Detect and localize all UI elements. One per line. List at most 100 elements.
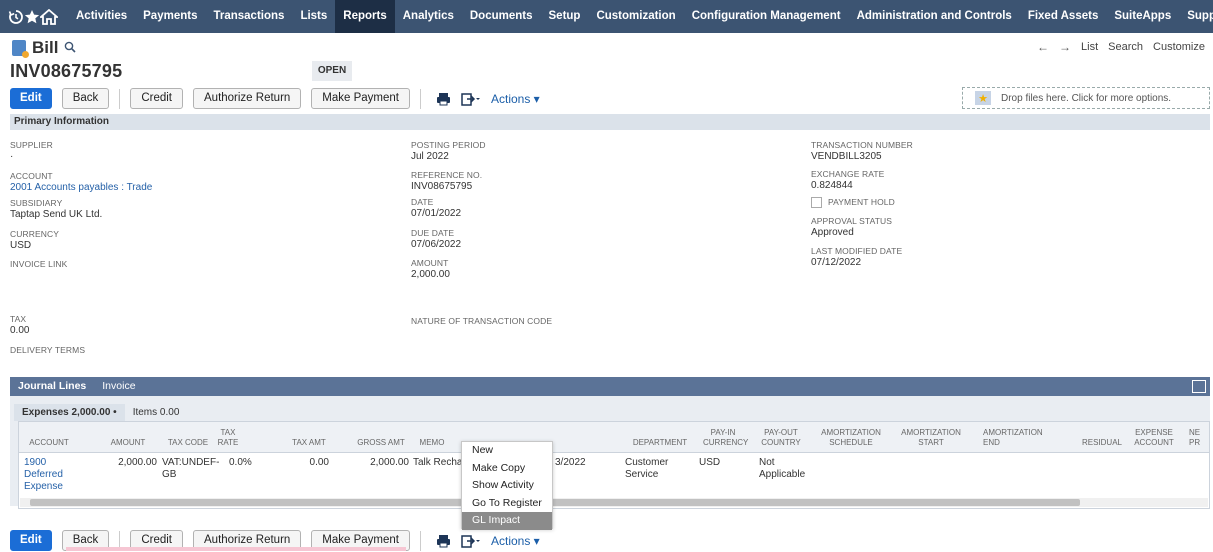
col-gross-amt: GROSS AMT <box>357 438 405 447</box>
grid-header: ACCOUNT AMOUNT TAX CODE TAX RATE TAX AMT… <box>19 422 1209 453</box>
panel-toggle-icon[interactable] <box>1192 380 1206 393</box>
account-link[interactable]: 2001 Accounts payables : Trade <box>10 182 152 194</box>
record-number: INV08675795 <box>10 61 123 81</box>
nature-of-transaction-field: NATURE OF TRANSACTION CODE <box>411 316 552 327</box>
credit-button[interactable]: Credit <box>130 88 183 109</box>
last-modified-value: 07/12/2022 <box>811 257 862 268</box>
col-pay-out-country: PAY-OUT COUNTRY <box>761 428 801 447</box>
tax-field: TAX 0.00 <box>10 314 29 337</box>
row-amount: 2,000.00 <box>118 457 157 468</box>
history-icon[interactable] <box>8 9 24 25</box>
row-tax-amt: 0.00 <box>309 457 329 468</box>
horizontal-scrollbar[interactable] <box>20 498 1208 507</box>
col-tax-code: TAX CODE <box>167 438 209 447</box>
export-icon[interactable] <box>459 534 483 548</box>
row-tax-rate: 0.0% <box>229 457 252 468</box>
arrow-left-icon[interactable]: ← <box>1037 40 1049 54</box>
col-amount: AMOUNT <box>110 438 146 447</box>
button-bar-top: Edit Back Credit Authorize Return Make P… <box>10 88 540 109</box>
nav-item-customization[interactable]: Customization <box>588 0 683 33</box>
customize-link[interactable]: Customize <box>1153 41 1205 53</box>
home-icon[interactable] <box>40 8 58 25</box>
col-expense-account: EXPENSE ACCOUNT <box>1134 428 1174 447</box>
supplier-label: SUPPLIER <box>10 140 53 150</box>
nav-item-activities[interactable]: Activities <box>68 0 135 33</box>
reference-no-field: REFERENCE NO. INV08675795 <box>411 170 482 193</box>
col-account: ACCOUNT <box>29 438 69 447</box>
menu-item-make-copy[interactable]: Make Copy <box>462 460 552 478</box>
approval-status-value: Approved <box>811 227 854 238</box>
currency-field: CURRENCY USD <box>10 229 59 252</box>
actions-menu-button-bottom[interactable]: Actions ▾ <box>491 534 540 548</box>
col-amortization-schedule: AMORTIZATION SCHEDULE <box>821 428 881 447</box>
exchange-rate-label: EXCHANGE RATE <box>811 169 885 179</box>
last-modified-field: LAST MODIFIED DATE 07/12/2022 <box>811 246 902 269</box>
subtab-items[interactable]: Items 0.00 <box>125 404 188 421</box>
record-nav: ← → List Search Customize <box>1037 40 1205 54</box>
row-tax-code: VAT:UNDEF-GB <box>162 457 220 480</box>
payment-hold-field: PAYMENT HOLD <box>811 196 895 208</box>
back-button[interactable]: Back <box>61 88 110 109</box>
nav-item-administration-and-controls[interactable]: Administration and Controls <box>849 0 1020 33</box>
menu-item-gl-impact[interactable]: GL Impact <box>462 512 552 530</box>
nav-item-suiteapps[interactable]: SuiteApps <box>1106 0 1179 33</box>
posting-period-field: POSTING PERIOD Jul 2022 <box>411 140 486 163</box>
tab-journal-lines[interactable]: Journal Lines <box>10 377 94 396</box>
nav-item-documents[interactable]: Documents <box>462 0 541 33</box>
nav-item-analytics[interactable]: Analytics <box>395 0 462 33</box>
nav-item-fixed-assets[interactable]: Fixed Assets <box>1020 0 1107 33</box>
subsidiary-label: SUBSIDIARY <box>10 198 63 208</box>
supplier-value: · <box>10 151 14 162</box>
arrow-right-icon[interactable]: → <box>1059 40 1071 54</box>
nav-item-payments[interactable]: Payments <box>135 0 205 33</box>
payment-hold-checkbox[interactable] <box>811 196 822 208</box>
reference-no-value: INV08675795 <box>411 181 473 192</box>
bill-icon <box>12 40 29 58</box>
row-date: 3/2022 <box>555 457 586 468</box>
authorize-return-button[interactable]: Authorize Return <box>193 88 302 109</box>
tax-value: 0.00 <box>10 325 30 336</box>
actions-menu-button[interactable]: Actions ▾ <box>491 92 540 106</box>
nav-item-configuration-management[interactable]: Configuration Management <box>684 0 849 33</box>
edit-button[interactable]: Edit <box>10 88 52 109</box>
col-memo: MEMO <box>419 438 445 447</box>
list-link[interactable]: List <box>1081 41 1098 53</box>
nav-item-support[interactable]: Support <box>1179 0 1213 33</box>
nav-item-reports[interactable]: Reports <box>335 0 395 33</box>
record-title: Bill <box>12 38 77 58</box>
nav-item-transactions[interactable]: Transactions <box>205 0 292 33</box>
edit-button-bottom[interactable]: Edit <box>10 530 52 551</box>
export-icon[interactable] <box>459 92 483 106</box>
search-icon[interactable] <box>64 41 77 56</box>
posting-period-value: Jul 2022 <box>411 151 449 162</box>
separator <box>119 88 121 109</box>
transaction-number-field: TRANSACTION NUMBER VENDBILL3205 <box>811 140 913 163</box>
currency-label: CURRENCY <box>10 229 59 239</box>
nav-item-setup[interactable]: Setup <box>541 0 589 33</box>
print-icon[interactable] <box>431 92 455 106</box>
col-department: DEPARTMENT <box>632 438 688 447</box>
print-icon[interactable] <box>431 534 455 548</box>
menu-item-go-to-register[interactable]: Go To Register <box>462 495 552 513</box>
row-account-link[interactable]: 1900 Deferred Expense <box>24 457 70 493</box>
subtab-expenses[interactable]: Expenses 2,000.00 • <box>14 404 125 421</box>
col-ne-pr: NE PR <box>1189 428 1201 447</box>
file-drop-zone[interactable]: ★ Drop files here. Click for more option… <box>962 87 1210 109</box>
due-date-value: 07/06/2022 <box>411 239 462 250</box>
col-amortization-end: AMORTIZATION END <box>983 428 1043 447</box>
delivery-terms-label: DELIVERY TERMS <box>10 345 86 355</box>
primary-information-header[interactable]: Primary Information <box>10 114 1210 130</box>
nav-item-lists[interactable]: Lists <box>292 0 335 33</box>
actions-dropdown-menu: New Make Copy Show Activity Go To Regist… <box>461 441 553 530</box>
scrollbar-thumb[interactable] <box>30 499 1080 506</box>
tab-invoice[interactable]: Invoice <box>94 377 143 396</box>
menu-item-new[interactable]: New <box>462 442 552 460</box>
drop-zone-text: Drop files here. Click for more options. <box>1001 92 1172 104</box>
supplier-field: SUPPLIER · <box>10 140 53 163</box>
make-payment-button[interactable]: Make Payment <box>311 88 410 109</box>
amount-field: AMOUNT 2,000.00 <box>411 258 450 281</box>
star-icon[interactable] <box>24 9 40 25</box>
top-nav: Activities Payments Transactions Lists Repor… <box>0 0 1213 33</box>
menu-item-show-activity[interactable]: Show Activity <box>462 477 552 495</box>
search-link[interactable]: Search <box>1108 41 1143 53</box>
